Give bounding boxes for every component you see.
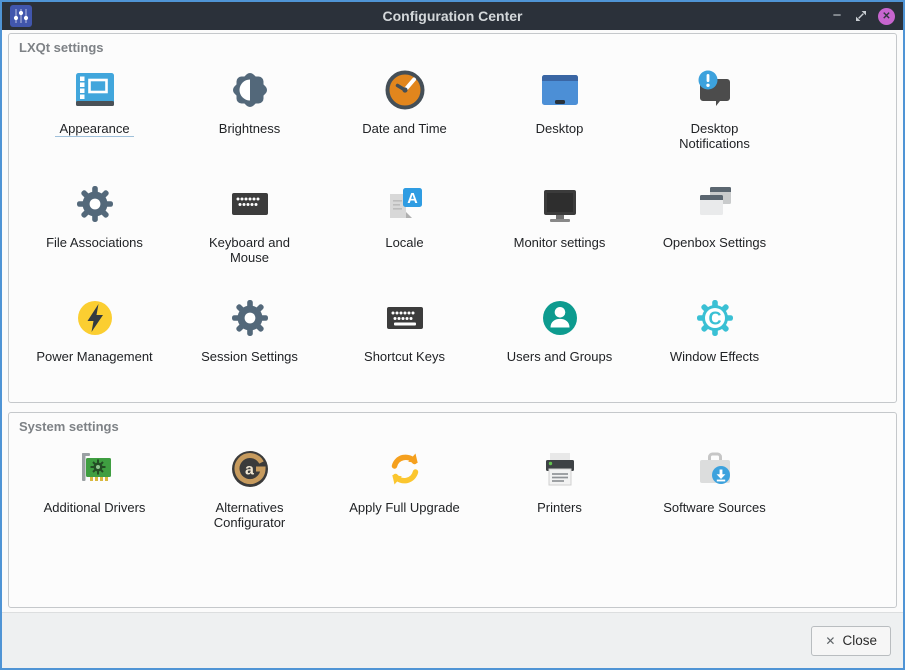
launcher-item-label: Desktop Notifications <box>679 121 750 151</box>
footer-bar: ✕ Close <box>2 612 903 668</box>
launcher-item-label: Apply Full Upgrade <box>349 500 460 515</box>
configuration-center-app-icon <box>10 5 32 27</box>
launcher-item-printers[interactable]: Printers <box>482 445 637 559</box>
system-settings-grid: Additional Drivers a Alternatives Configur… <box>17 445 888 559</box>
launcher-item-alternatives-configurator[interactable]: a Alternatives Configurator <box>172 445 327 559</box>
launcher-item-label: Session Settings <box>201 349 298 364</box>
window-effects-icon: C <box>691 294 739 342</box>
section-system-settings: System settings Additional Drivers a Alter… <box>8 412 897 608</box>
launcher-item-label: Appearance <box>55 121 133 137</box>
launcher-item-software-sources[interactable]: Software Sources <box>637 445 792 559</box>
launcher-item-date-time[interactable]: Date and Time <box>327 66 482 180</box>
additional-drivers-icon <box>71 445 119 493</box>
section-lxqt-settings: LXQt settings Appearance Brightness Date a… <box>8 33 897 403</box>
launcher-item-keyboard-mouse[interactable]: Keyboard and Mouse <box>172 180 327 294</box>
window-controls: − ✕ <box>830 7 895 25</box>
launcher-item-appearance[interactable]: Appearance <box>17 66 172 180</box>
printers-icon <box>536 445 584 493</box>
svg-text:a: a <box>245 462 254 479</box>
launcher-item-label: Software Sources <box>663 500 766 515</box>
desktop-icon <box>536 66 584 114</box>
launcher-item-power-management[interactable]: Power Management <box>17 294 172 408</box>
close-window-icon[interactable]: ✕ <box>878 8 895 25</box>
launcher-item-label: Users and Groups <box>507 349 613 364</box>
launcher-item-label: Alternatives Configurator <box>214 500 286 530</box>
apply-full-upgrade-icon <box>381 445 429 493</box>
svg-text:C: C <box>708 309 721 329</box>
launcher-item-window-effects[interactable]: C Window Effects <box>637 294 792 408</box>
launcher-item-label: Locale <box>385 235 423 250</box>
launcher-item-brightness[interactable]: Brightness <box>172 66 327 180</box>
keyboard-mouse-icon <box>226 180 274 228</box>
launcher-item-desktop[interactable]: Desktop <box>482 66 637 180</box>
launcher-item-label: Brightness <box>219 121 280 136</box>
launcher-item-label: Shortcut Keys <box>364 349 445 364</box>
monitor-settings-icon <box>536 180 584 228</box>
alternatives-configurator-icon: a <box>226 445 274 493</box>
software-sources-icon <box>691 445 739 493</box>
launcher-item-label: Window Effects <box>670 349 759 364</box>
launcher-item-label: Additional Drivers <box>44 500 146 515</box>
launcher-item-label: Monitor settings <box>514 235 606 250</box>
close-x-icon: ✕ <box>825 634 835 648</box>
launcher-item-label: Openbox Settings <box>663 235 766 250</box>
launcher-item-locale[interactable]: A Locale <box>327 180 482 294</box>
power-management-icon <box>71 294 119 342</box>
close-button-label: Close <box>842 633 877 648</box>
appearance-icon <box>71 66 119 114</box>
locale-icon: A <box>381 180 429 228</box>
file-associations-icon <box>71 180 119 228</box>
shortcut-keys-icon <box>381 294 429 342</box>
window-title: Configuration Center <box>2 8 903 24</box>
restore-icon[interactable] <box>855 10 867 22</box>
launcher-item-label: Printers <box>537 500 582 515</box>
launcher-item-users-groups[interactable]: Users and Groups <box>482 294 637 408</box>
launcher-item-file-associations[interactable]: File Associations <box>17 180 172 294</box>
svg-text:A: A <box>407 191 418 207</box>
openbox-settings-icon <box>691 180 739 228</box>
minimize-icon[interactable]: − <box>830 7 844 25</box>
launcher-item-shortcut-keys[interactable]: Shortcut Keys <box>327 294 482 408</box>
lxqt-settings-grid: Appearance Brightness Date and Time Desktop… <box>17 66 888 408</box>
launcher-item-desktop-notifications[interactable]: Desktop Notifications <box>637 66 792 180</box>
desktop-notifications-icon <box>691 66 739 114</box>
configuration-center-window: Configuration Center − ✕ LXQt settings A… <box>0 0 905 670</box>
titlebar: Configuration Center − ✕ <box>2 2 903 30</box>
launcher-item-additional-drivers[interactable]: Additional Drivers <box>17 445 172 559</box>
section-title-system: System settings <box>17 417 888 434</box>
launcher-item-label: Desktop <box>536 121 584 136</box>
users-groups-icon <box>536 294 584 342</box>
section-title-lxqt: LXQt settings <box>17 38 888 55</box>
launcher-item-session-settings[interactable]: Session Settings <box>172 294 327 408</box>
launcher-item-apply-full-upgrade[interactable]: Apply Full Upgrade <box>327 445 482 559</box>
launcher-item-label: File Associations <box>46 235 143 250</box>
launcher-item-label: Power Management <box>36 349 152 364</box>
launcher-item-label: Date and Time <box>362 121 447 136</box>
launcher-item-openbox-settings[interactable]: Openbox Settings <box>637 180 792 294</box>
launcher-item-label: Keyboard and Mouse <box>209 235 290 265</box>
close-button[interactable]: ✕ Close <box>811 626 891 656</box>
session-settings-icon <box>226 294 274 342</box>
launcher-item-monitor-settings[interactable]: Monitor settings <box>482 180 637 294</box>
brightness-icon <box>226 66 274 114</box>
date-time-icon <box>381 66 429 114</box>
content-area: LXQt settings Appearance Brightness Date a… <box>2 30 903 612</box>
